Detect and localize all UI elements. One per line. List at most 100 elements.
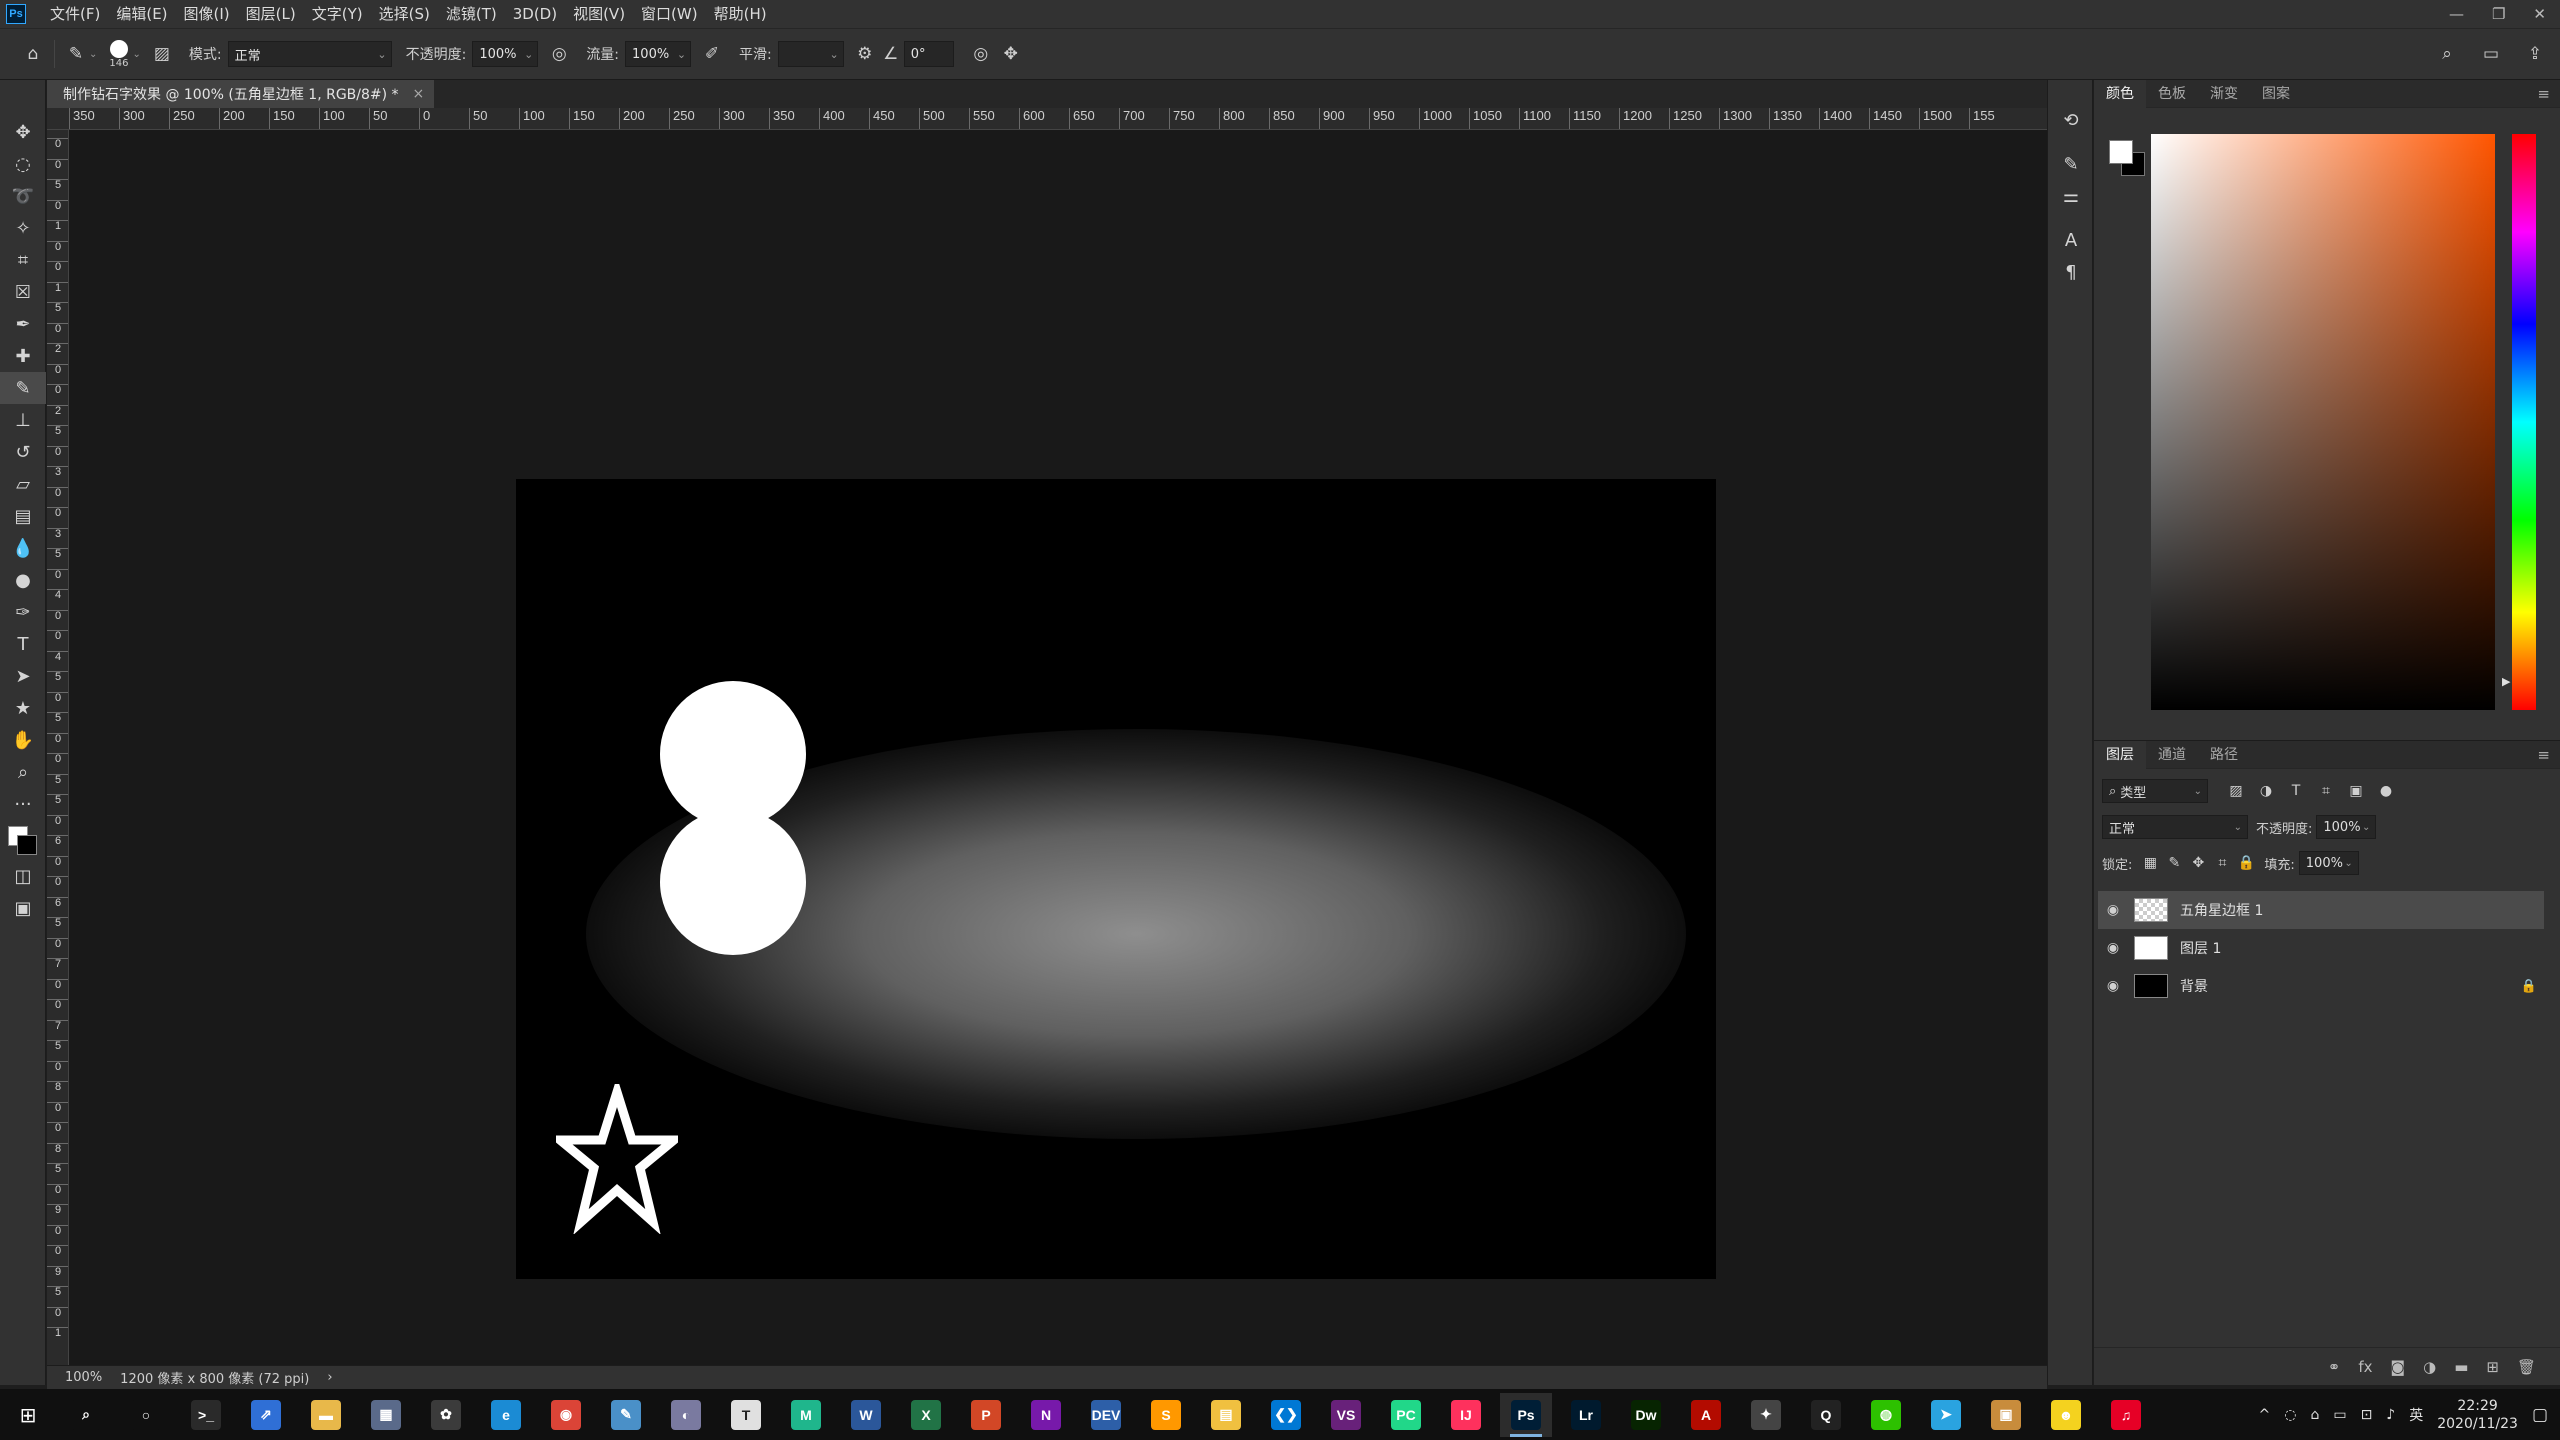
lock-position-icon[interactable]: ✥	[2186, 851, 2210, 875]
share-icon[interactable]: ⇪	[2522, 41, 2548, 67]
workspace-icon[interactable]: ▭	[2478, 41, 2504, 67]
color-swatches[interactable]	[0, 820, 45, 860]
lock-icon[interactable]: 🔒	[2514, 979, 2544, 994]
lock-all-icon[interactable]: 🔒	[2234, 851, 2258, 875]
pressure-size-icon[interactable]: ◎	[968, 41, 994, 67]
taskbar-app-netease-music[interactable]: ♫	[2100, 1393, 2152, 1437]
canvas-area[interactable]	[69, 130, 2047, 1365]
lock-pixels-icon[interactable]: ✎	[2162, 851, 2186, 875]
pen-tool-icon[interactable]: ✑	[0, 596, 46, 628]
menu-item[interactable]: 选择(S)	[371, 0, 438, 28]
close-tab-icon[interactable]: ×	[413, 86, 425, 102]
tray-app-icon[interactable]: ◌	[2284, 1407, 2296, 1423]
healing-brush-tool-icon[interactable]: ✚	[0, 340, 46, 372]
mask-icon[interactable]: ◙	[2391, 1358, 2406, 1376]
taskbar-app-photoshop[interactable]: Ps	[1500, 1392, 1552, 1437]
document-tab[interactable]: 制作钻石字效果 @ 100% (五角星边框 1, RGB/8#) * ×	[47, 80, 435, 108]
taskbar-app-calculator[interactable]: ▦	[360, 1393, 412, 1437]
taskbar-app-paint[interactable]: ◐	[660, 1393, 712, 1437]
taskbar-app-app-ring[interactable]: ✦	[1740, 1393, 1792, 1437]
taskbar-app-dreamweaver[interactable]: Dw	[1620, 1393, 1672, 1437]
taskbar-app-notepad[interactable]: ▤	[1200, 1393, 1252, 1437]
mode-select[interactable]: 正常 ⌄	[227, 41, 392, 67]
panel-menu-icon[interactable]: ≡	[2537, 746, 2550, 764]
opacity-input[interactable]: 100% ⌄	[472, 41, 539, 67]
battery-icon[interactable]: ▭	[2333, 1407, 2346, 1423]
eyedropper-tool-icon[interactable]: ✒	[0, 308, 46, 340]
gradient-tool-icon[interactable]: ▤	[0, 500, 46, 532]
smart-object-filter-icon[interactable]: ▣	[2344, 779, 2368, 803]
pixel-filter-icon[interactable]: ▨	[2224, 779, 2248, 803]
taskbar-app-powerpoint[interactable]: P	[960, 1393, 1012, 1437]
taskbar-app-excel[interactable]: X	[900, 1393, 952, 1437]
tab-color[interactable]: 颜色	[2094, 79, 2146, 108]
taskbar-app-telegram[interactable]: ➤	[1920, 1393, 1972, 1437]
frame-tool-icon[interactable]: ☒	[0, 276, 46, 308]
blur-tool-icon[interactable]: 💧	[0, 532, 46, 564]
panel-menu-icon[interactable]: ≡	[2537, 85, 2550, 103]
taskbar-app-sublime[interactable]: S	[1140, 1393, 1192, 1437]
menu-item[interactable]: 图层(L)	[238, 0, 304, 28]
brush-tool-icon[interactable]: ✎	[0, 372, 46, 404]
angle-input[interactable]: 0°	[903, 41, 954, 67]
tab-gradients[interactable]: 渐变	[2198, 80, 2250, 108]
group-icon[interactable]: ▬	[2454, 1358, 2468, 1376]
taskbar-app-app-yellow[interactable]: ☻	[2040, 1393, 2092, 1437]
taskbar-app-settings[interactable]: ✿	[420, 1393, 472, 1437]
lock-transparent-icon[interactable]: ▦	[2138, 851, 2162, 875]
taskbar-app-typora[interactable]: T	[720, 1393, 772, 1437]
taskbar-app-acrobat[interactable]: A	[1680, 1393, 1732, 1437]
system-clock[interactable]: 22:29 2020/11/23	[2437, 1397, 2518, 1433]
background-color-swatch[interactable]	[17, 835, 37, 855]
taskbar-app-pycharm[interactable]: PC	[1380, 1393, 1432, 1437]
crop-tool-icon[interactable]: ⌗	[0, 244, 46, 276]
input-method-indicator[interactable]: 英	[2409, 1405, 2423, 1425]
magic-wand-tool-icon[interactable]: ✧	[0, 212, 46, 244]
fill-input[interactable]: 100% ⌄	[2298, 851, 2359, 875]
network-icon[interactable]: ⊡	[2361, 1407, 2373, 1423]
zoom-tool-icon[interactable]: ⌕	[0, 756, 46, 788]
flow-input[interactable]: 100% ⌄	[625, 41, 692, 67]
menu-item[interactable]: 3D(D)	[505, 0, 565, 28]
taskbar-app-webstorm[interactable]: M	[780, 1393, 832, 1437]
adjustments-panel-icon[interactable]: ⚌	[2048, 180, 2094, 212]
history-brush-tool-icon[interactable]: ↺	[0, 436, 46, 468]
taskbar-app-terminal[interactable]: >_	[180, 1393, 232, 1437]
taskbar-app-wechat[interactable]: ◍	[1860, 1393, 1912, 1437]
adjustment-icon[interactable]: ◑	[2423, 1358, 2436, 1376]
history-panel-icon[interactable]: ⟲	[2048, 104, 2094, 136]
hand-tool-icon[interactable]: ✋	[0, 724, 46, 756]
eraser-tool-icon[interactable]: ▱	[0, 468, 46, 500]
tab-swatches[interactable]: 色板	[2146, 80, 2198, 108]
tab-paths[interactable]: 路径	[2198, 741, 2250, 769]
taskbar-app-search[interactable]: ⌕	[60, 1393, 112, 1437]
paragraph-panel-icon[interactable]: ¶	[2048, 256, 2094, 288]
symmetry-icon[interactable]: ✥	[998, 41, 1024, 67]
taskbar-app-onenote[interactable]: N	[1020, 1393, 1072, 1437]
lock-artboard-icon[interactable]: ⌗	[2210, 851, 2234, 875]
taskbar-app-dev-cpp[interactable]: DEV	[1080, 1393, 1132, 1437]
more-tools-icon[interactable]: ···	[0, 788, 46, 820]
marquee-tool-icon[interactable]: ◌	[0, 148, 46, 180]
layer-row[interactable]: ◉ 背景 🔒	[2098, 967, 2544, 1005]
gear-icon[interactable]: ⚙	[852, 41, 878, 67]
layer-filter-select[interactable]: ⌕ 类型 ⌄	[2102, 779, 2208, 803]
taskbar-app-cortana[interactable]: ○	[120, 1393, 172, 1437]
clone-stamp-tool-icon[interactable]: ⊥	[0, 404, 46, 436]
home-icon[interactable]: ⌂	[20, 41, 46, 67]
document-canvas[interactable]	[516, 479, 1716, 1279]
fx-icon[interactable]: fx	[2358, 1358, 2372, 1376]
menu-item[interactable]: 图像(I)	[176, 0, 238, 28]
menu-item[interactable]: 文件(F)	[42, 0, 108, 28]
menu-item[interactable]: 窗口(W)	[633, 0, 706, 28]
eye-icon[interactable]: ◉	[2098, 978, 2128, 994]
brush-preset-icon[interactable]: ✎	[63, 41, 89, 67]
close-window-button[interactable]: ✕	[2533, 5, 2546, 23]
character-panel-icon[interactable]: A	[2048, 224, 2094, 256]
taskbar-app-file-explorer[interactable]: ▬	[300, 1393, 352, 1437]
menu-item[interactable]: 滤镜(T)	[438, 0, 505, 28]
taskbar-app-visual-studio[interactable]: VS	[1320, 1393, 1372, 1437]
taskbar-app-notes[interactable]: ✎	[600, 1393, 652, 1437]
menu-item[interactable]: 文字(Y)	[304, 0, 371, 28]
windows-start-icon[interactable]: ⊞	[0, 1389, 56, 1440]
